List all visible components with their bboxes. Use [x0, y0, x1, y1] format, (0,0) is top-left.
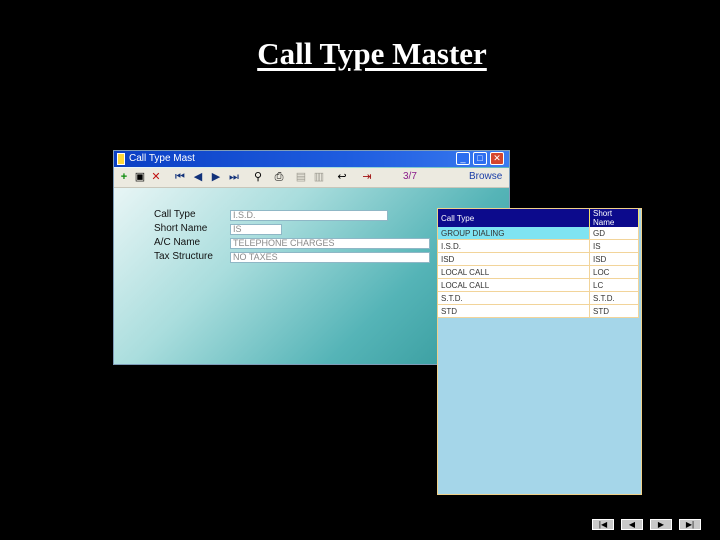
save-icon[interactable]: ▣	[134, 171, 146, 184]
call-type-label: Call Type	[154, 209, 196, 220]
previous-record-icon[interactable]: ◀	[192, 171, 204, 184]
cell-short-name: S.T.D.	[589, 291, 639, 305]
cell-short-name: STD	[589, 304, 639, 318]
call-type-field[interactable]: I.S.D.	[230, 210, 388, 221]
table-row[interactable]: GROUP DIALING GD	[438, 227, 639, 240]
minimize-button[interactable]: _	[456, 152, 470, 165]
cell-short-name: LC	[589, 278, 639, 292]
tax-structure-label: Tax Structure	[154, 251, 213, 262]
cell-call-type: S.T.D.	[438, 291, 590, 305]
delete-icon[interactable]: ✕	[150, 171, 162, 184]
add-icon[interactable]: +	[118, 171, 130, 184]
browse-table: Call Type Short Name GROUP DIALING GD I.…	[438, 209, 639, 318]
exit-icon[interactable]: ⇥	[361, 171, 373, 184]
save-all-icon[interactable]: ▥	[313, 171, 325, 184]
find-icon[interactable]: ⚲	[252, 171, 264, 184]
column-header-short-name[interactable]: Short Name	[589, 209, 639, 227]
print-icon[interactable]: ⎙	[273, 171, 285, 184]
table-row[interactable]: I.S.D. IS	[438, 239, 639, 253]
cell-call-type: LOCAL CALL	[438, 278, 590, 292]
cell-short-name: GD	[589, 227, 639, 240]
close-button[interactable]: ✕	[490, 152, 504, 165]
slide-title: Call Type Master	[257, 36, 487, 71]
cell-short-name: LOC	[589, 265, 639, 279]
window-title: Call Type Mast	[129, 153, 195, 164]
undo-icon[interactable]: ↩	[336, 171, 348, 184]
record-counter: 3/7	[403, 171, 417, 182]
slide-last-button[interactable]: ▶|	[679, 519, 701, 530]
slide-next-button[interactable]: ▶	[650, 519, 672, 530]
cell-short-name: ISD	[589, 252, 639, 266]
save-disk-icon[interactable]: ▤	[295, 171, 307, 184]
cell-call-type: I.S.D.	[438, 239, 590, 253]
ac-name-label: A/C Name	[154, 237, 201, 248]
table-row[interactable]: S.T.D. S.T.D.	[438, 291, 639, 305]
table-row[interactable]: STD STD	[438, 304, 639, 318]
table-row[interactable]: ISD ISD	[438, 252, 639, 266]
column-header-call-type[interactable]: Call Type	[438, 209, 590, 227]
cell-call-type: GROUP DIALING	[438, 227, 590, 240]
toolbar: + ▣ ✕ ⏮ ◀ ▶ ⏭ ⚲ ⎙ ▤ ▥ ↩ ⇥ 3/7 Browse	[114, 168, 509, 188]
table-row[interactable]: LOCAL CALL LOC	[438, 265, 639, 279]
cell-call-type: LOCAL CALL	[438, 265, 590, 279]
first-record-icon[interactable]: ⏮	[174, 171, 186, 184]
short-name-label: Short Name	[154, 223, 208, 234]
ac-name-field[interactable]: TELEPHONE CHARGES	[230, 238, 430, 249]
short-name-field[interactable]: IS	[230, 224, 282, 235]
slide-previous-button[interactable]: ◀	[621, 519, 643, 530]
last-record-icon[interactable]: ⏭	[228, 171, 240, 184]
table-row[interactable]: LOCAL CALL LC	[438, 278, 639, 292]
maximize-button[interactable]: □	[473, 152, 487, 165]
slide-first-button[interactable]: |◀	[592, 519, 614, 530]
app-icon	[117, 153, 125, 165]
next-record-icon[interactable]: ▶	[210, 171, 222, 184]
cell-call-type: ISD	[438, 252, 590, 266]
mode-label: Browse	[469, 171, 503, 182]
title-bar[interactable]: Call Type Mast _ □ ✕	[114, 151, 509, 167]
cell-short-name: IS	[589, 239, 639, 253]
cell-call-type: STD	[438, 304, 590, 318]
browse-list[interactable]: Call Type Short Name GROUP DIALING GD I.…	[437, 208, 642, 495]
tax-structure-field[interactable]: NO TAXES	[230, 252, 430, 263]
